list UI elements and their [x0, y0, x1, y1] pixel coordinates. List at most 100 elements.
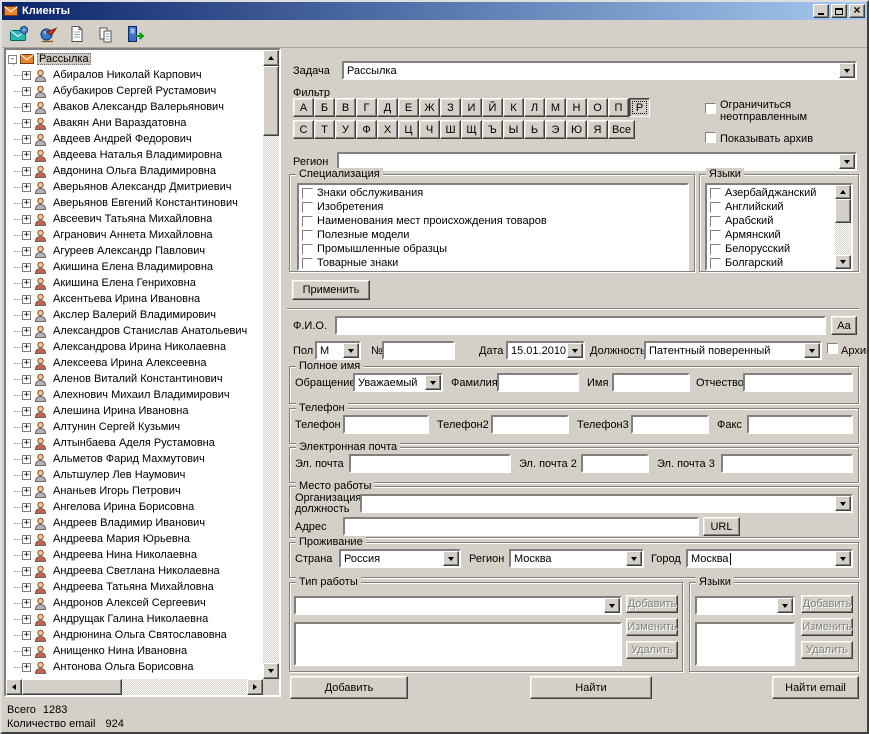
- dropdown-arrow-button[interactable]: [604, 598, 620, 613]
- dropdown-arrow-button[interactable]: [567, 343, 583, 358]
- tree-item[interactable]: Аваков Александр Валерьянович: [6, 99, 263, 115]
- filter-letter-button-М[interactable]: М: [545, 98, 566, 117]
- tree-item[interactable]: Андреева Нина Николаевна: [6, 547, 263, 563]
- checkbox[interactable]: [710, 187, 721, 199]
- filter-letter-button-В[interactable]: В: [335, 98, 356, 117]
- checkbox[interactable]: [302, 187, 313, 199]
- filter-letter-button-Т[interactable]: Т: [314, 120, 335, 139]
- salutation-combobox[interactable]: Уважаемый: [353, 373, 443, 392]
- filter-letter-button-Ф[interactable]: Ф: [356, 120, 377, 139]
- tree-item[interactable]: Абубакиров Сергей Рустамович: [6, 83, 263, 99]
- email2-input[interactable]: [581, 454, 649, 473]
- tree-item[interactable]: Алексеева Ирина Алексеевна: [6, 355, 263, 371]
- tree-item[interactable]: Александров Станислав Анатольевич: [6, 323, 263, 339]
- tree-item[interactable]: Алехнович Михаил Владимирович: [6, 387, 263, 403]
- fax-input[interactable]: [747, 415, 853, 434]
- filter-letter-button-Ж[interactable]: Ж: [419, 98, 440, 117]
- tree-item[interactable]: Альметов Фарид Махмутович: [6, 451, 263, 467]
- filter-letter-button-Щ[interactable]: Щ: [461, 120, 482, 139]
- checkbox[interactable]: [302, 215, 313, 227]
- filter-letter-button-Б[interactable]: Б: [314, 98, 335, 117]
- tree-item[interactable]: Андрущак Галина Николаевна: [6, 611, 263, 627]
- tree-item[interactable]: Алтынбаева Аделя Рустамовна: [6, 435, 263, 451]
- scroll-up-button[interactable]: [263, 50, 279, 66]
- filter-letter-button-У[interactable]: У: [335, 120, 356, 139]
- scroll-down-button[interactable]: [835, 255, 851, 269]
- document-icon[interactable]: [65, 22, 89, 46]
- tree-item[interactable]: Аленов Виталий Константинович: [6, 371, 263, 387]
- tree-item[interactable]: Андреева Светлана Николаевна: [6, 563, 263, 579]
- expand-icon[interactable]: [22, 262, 31, 272]
- email3-input[interactable]: [721, 454, 853, 473]
- dropdown-arrow-button[interactable]: [443, 551, 459, 566]
- tree-item[interactable]: Аверьянов Александр Дмитриевич: [6, 179, 263, 195]
- tree-vertical-scrollbar[interactable]: [263, 50, 279, 679]
- checkbox-list-item[interactable]: Английский: [708, 200, 834, 214]
- dropdown-arrow-button[interactable]: [839, 154, 855, 169]
- filter-letter-button-Я[interactable]: Я: [587, 120, 608, 139]
- maximize-button[interactable]: [831, 4, 847, 18]
- languages-edit-button[interactable]: Изменить: [801, 618, 853, 636]
- filter-letter-button-З[interactable]: З: [440, 98, 461, 117]
- checkbox-list-item[interactable]: Изобретения: [300, 200, 686, 214]
- horizontal-scroll-thumb[interactable]: [22, 679, 122, 695]
- close-button[interactable]: [849, 4, 865, 18]
- work-type-edit-button[interactable]: Изменить: [626, 618, 678, 636]
- show-archive-checkbox[interactable]: [705, 132, 716, 143]
- expand-icon[interactable]: [22, 662, 31, 672]
- dropdown-arrow-button[interactable]: [835, 496, 851, 511]
- expand-icon[interactable]: [22, 214, 31, 224]
- filter-letter-button-Ю[interactable]: Ю: [566, 120, 587, 139]
- expand-icon[interactable]: [22, 534, 31, 544]
- checkbox[interactable]: [302, 229, 313, 241]
- filter-letter-button-Х[interactable]: Х: [377, 120, 398, 139]
- tree-item[interactable]: Авакян Ани Вараздатовна: [6, 115, 263, 131]
- filter-letter-button-Л[interactable]: Л: [524, 98, 545, 117]
- tree-item[interactable]: Анищенко Нина Ивановна: [6, 643, 263, 659]
- address-input[interactable]: [343, 517, 699, 536]
- checkbox-list-item[interactable]: Знаки обслуживания: [300, 186, 686, 200]
- checkbox-list-item[interactable]: Армянский: [708, 228, 834, 242]
- documents-icon[interactable]: [94, 22, 118, 46]
- expand-icon[interactable]: [22, 374, 31, 384]
- tree-item[interactable]: Ангелова Ирина Борисовна: [6, 499, 263, 515]
- patronymic-input[interactable]: [743, 373, 853, 392]
- expand-icon[interactable]: [22, 486, 31, 496]
- expand-icon[interactable]: [22, 342, 31, 352]
- dropdown-arrow-button[interactable]: [839, 63, 855, 78]
- scroll-down-button[interactable]: [263, 663, 279, 679]
- expand-icon[interactable]: [22, 422, 31, 432]
- languages-edit-list[interactable]: [695, 622, 795, 666]
- city-combobox[interactable]: Москва: [686, 549, 853, 568]
- expand-icon[interactable]: [22, 118, 31, 128]
- expand-icon[interactable]: [22, 454, 31, 464]
- tree-item[interactable]: Акишина Елена Генриховна: [6, 275, 263, 291]
- tree-item[interactable]: Аксентьева Ирина Ивановна: [6, 291, 263, 307]
- checkbox[interactable]: [302, 243, 313, 255]
- firstname-input[interactable]: [612, 373, 690, 392]
- checkbox-list-item[interactable]: Болгарский: [708, 256, 834, 269]
- find-button[interactable]: Найти: [530, 676, 652, 699]
- tree-item[interactable]: Акслер Валерий Владимирович: [6, 307, 263, 323]
- work-type-combobox[interactable]: [294, 596, 622, 615]
- checkbox[interactable]: [710, 215, 721, 227]
- tree-horizontal-scrollbar[interactable]: [6, 679, 263, 695]
- checkbox[interactable]: [710, 201, 721, 213]
- position-combobox[interactable]: Патентный поверенный: [644, 341, 822, 360]
- dropdown-arrow-button[interactable]: [777, 598, 793, 613]
- surname-input[interactable]: [497, 373, 579, 392]
- tree-item[interactable]: Авдеев Андрей Федорович: [6, 131, 263, 147]
- filter-letter-button-Й[interactable]: Й: [482, 98, 503, 117]
- filter-letter-button-П[interactable]: П: [608, 98, 629, 117]
- expand-icon[interactable]: [22, 310, 31, 320]
- tree-item[interactable]: Абиралов Николай Карпович: [6, 67, 263, 83]
- gender-combobox[interactable]: М: [315, 341, 361, 360]
- scroll-right-button[interactable]: [247, 679, 263, 695]
- expand-icon[interactable]: [22, 86, 31, 96]
- filter-letter-button-Е[interactable]: Е: [398, 98, 419, 117]
- checkbox-list-item[interactable]: Белорусский: [708, 242, 834, 256]
- expand-icon[interactable]: [22, 646, 31, 656]
- dropdown-arrow-button[interactable]: [835, 551, 851, 566]
- titlebar[interactable]: Клиенты: [2, 2, 867, 20]
- checkbox[interactable]: [302, 201, 313, 213]
